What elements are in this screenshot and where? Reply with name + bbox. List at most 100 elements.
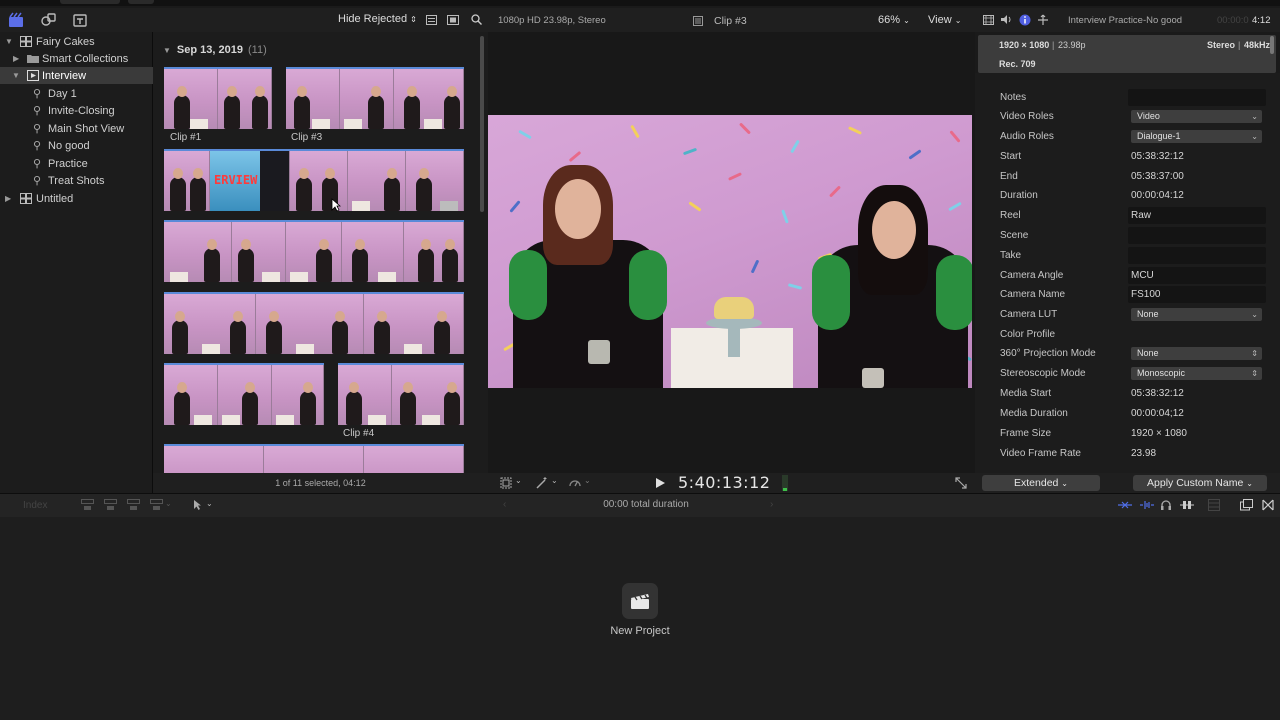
transform-icon[interactable]: [500, 477, 512, 489]
clip-thumbnail[interactable]: [164, 220, 464, 282]
audio-skimming-icon[interactable]: [1140, 500, 1154, 510]
libraries-icon[interactable]: [8, 12, 24, 28]
disclosure-open-icon[interactable]: ▼: [5, 37, 13, 46]
clip-name[interactable]: Clip #1: [170, 132, 201, 143]
date-group-header[interactable]: ▼ Sep 13, 2019 (11): [163, 44, 267, 56]
media-duration-value: 00:00:04;12: [1131, 408, 1184, 419]
video-inspector-icon[interactable]: [983, 15, 994, 25]
event-browser: ▼ Sep 13, 2019 (11) Clip #1 Clip #3 ERVIEW: [153, 32, 488, 473]
notes-field[interactable]: [1128, 89, 1266, 106]
library-item-interview[interactable]: ▼ Interview: [0, 67, 153, 84]
keyword-collection-treat-shots[interactable]: ⚲ Treat Shots: [0, 172, 153, 189]
filmstrip-view-icon[interactable]: [447, 15, 459, 25]
property-label: Duration: [1000, 190, 1038, 201]
inspector-scrollbar[interactable]: [1270, 36, 1274, 54]
share-inspector-icon[interactable]: [1037, 14, 1049, 26]
notes-row: Notes: [975, 88, 1280, 108]
take-field[interactable]: [1128, 247, 1266, 264]
video-frame[interactable]: [488, 115, 972, 388]
select-tool-icon[interactable]: [193, 499, 203, 511]
library-item-untitled[interactable]: ▶ Untitled: [0, 190, 153, 207]
clip-thumbnail-4[interactable]: [338, 363, 464, 425]
library-item-label: Practice: [48, 157, 88, 170]
transitions-browser-icon[interactable]: [1262, 499, 1274, 511]
play-icon[interactable]: [656, 478, 665, 488]
snapping-icon[interactable]: [1180, 499, 1194, 511]
photos-audio-icon[interactable]: [40, 12, 56, 28]
new-project-label[interactable]: New Project: [580, 625, 700, 637]
scene-field[interactable]: [1128, 227, 1266, 244]
effects-browser-icon[interactable]: [1240, 499, 1253, 511]
search-icon[interactable]: [471, 14, 482, 25]
keyword-collection-no-good[interactable]: ⚲ No good: [0, 137, 153, 154]
view-label: View: [928, 14, 952, 26]
back-arrow-icon[interactable]: ‹: [503, 499, 506, 510]
popup-value: None: [1137, 309, 1159, 319]
take-row: Take: [975, 246, 1280, 266]
clip-thumbnail[interactable]: ERVIEW: [164, 149, 464, 211]
audio-inspector-icon[interactable]: [1000, 14, 1012, 25]
popup-value: Monoscopic: [1137, 368, 1186, 378]
audio-roles-popup[interactable]: Dialogue-1 ⌄: [1131, 130, 1262, 143]
chevron-down-icon[interactable]: ⌄: [165, 499, 172, 508]
disclosure-closed-icon[interactable]: ▶: [13, 54, 19, 63]
titles-generators-icon[interactable]: [72, 12, 88, 28]
property-label: Media Duration: [1000, 408, 1068, 419]
index-button[interactable]: Index: [23, 500, 47, 511]
append-clip-icon[interactable]: [127, 499, 140, 511]
camera-lut-popup[interactable]: None ⌄: [1131, 308, 1262, 321]
apply-custom-name-button[interactable]: Apply Custom Name ⌄: [1133, 475, 1267, 491]
video-skimming-icon[interactable]: [1118, 500, 1132, 510]
clip-thumbnail[interactable]: [164, 363, 324, 425]
library-item-fairy-cakes[interactable]: ▼ Fairy Cakes: [0, 33, 153, 50]
clip-appearance-icon[interactable]: [1208, 499, 1220, 511]
clip-name[interactable]: Clip #4: [343, 428, 374, 439]
enhancements-wand-icon[interactable]: [536, 477, 548, 489]
clip-thumbnail[interactable]: [164, 292, 464, 354]
audio-channels: Stereo: [1207, 40, 1236, 50]
clip-filter-popup[interactable]: Hide Rejected ⇕: [338, 13, 417, 25]
info-inspector-icon[interactable]: [1019, 14, 1031, 26]
updown-chevron-icon: ⇕: [1251, 369, 1258, 378]
timecode-display[interactable]: 5:40:13:12: [678, 473, 770, 492]
viewer-clip-name: Clip #3: [714, 15, 747, 27]
new-project-button[interactable]: [622, 583, 658, 619]
retime-speedometer-icon[interactable]: [569, 477, 581, 489]
timeline[interactable]: New Project: [0, 517, 1280, 720]
keyword-collection-main-shot-view[interactable]: ⚲ Main Shot View: [0, 120, 153, 137]
metadata-view-popup[interactable]: Extended ⌄: [982, 475, 1100, 491]
keyword-collection-day-1[interactable]: ⚲ Day 1: [0, 85, 153, 102]
clip-thumbnail[interactable]: [164, 444, 464, 473]
chevron-down-icon[interactable]: ⌄: [551, 476, 558, 485]
zoom-popup[interactable]: 66% ⌄: [878, 14, 910, 26]
library-item-smart-collections[interactable]: ▶ Smart Collections: [0, 50, 153, 67]
disclosure-open-icon[interactable]: ▼: [163, 46, 171, 55]
overwrite-clip-icon[interactable]: [150, 499, 163, 511]
disclosure-closed-icon[interactable]: ▶: [5, 194, 11, 203]
library-item-label: Invite-Closing: [48, 104, 115, 117]
keyword-collection-invite-closing[interactable]: ⚲ Invite-Closing: [0, 102, 153, 119]
insert-clip-icon[interactable]: [104, 499, 117, 511]
browser-scrollbar[interactable]: [480, 36, 484, 212]
chevron-down-icon[interactable]: ⌄: [206, 499, 213, 508]
projection-mode-popup[interactable]: None ⇕: [1131, 347, 1262, 360]
clip-name[interactable]: Clip #3: [291, 132, 322, 143]
clip-thumbnail-3[interactable]: [286, 67, 464, 129]
keyword-collection-practice[interactable]: ⚲ Practice: [0, 155, 153, 172]
duration-value: 00:00:04:12: [1131, 190, 1184, 201]
clip-thumbnail-1[interactable]: [164, 67, 272, 129]
chevron-down-icon[interactable]: ⌄: [584, 476, 591, 485]
video-roles-popup[interactable]: Video ⌄: [1131, 110, 1262, 123]
chevron-down-icon: ⌄: [1251, 112, 1258, 121]
fullscreen-icon[interactable]: [955, 477, 967, 489]
view-popup[interactable]: View ⌄: [928, 14, 961, 26]
disclosure-open-icon[interactable]: ▼: [12, 71, 20, 80]
folder-icon: [27, 55, 39, 63]
connect-clip-icon[interactable]: [81, 499, 94, 511]
list-view-icon[interactable]: [426, 15, 437, 25]
chevron-down-icon[interactable]: ⌄: [515, 476, 522, 485]
solo-headphones-icon[interactable]: [1160, 499, 1172, 511]
forward-arrow-icon[interactable]: ›: [770, 499, 773, 510]
stereoscopic-mode-popup[interactable]: Monoscopic ⇕: [1131, 367, 1262, 380]
property-label: Color Profile: [1000, 329, 1056, 340]
